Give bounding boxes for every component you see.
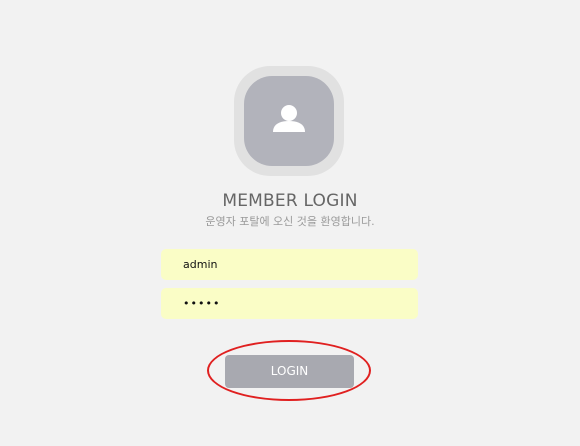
avatar-badge xyxy=(244,76,334,166)
page-title: MEMBER LOGIN xyxy=(222,191,358,211)
page-subtitle: 운영자 포탈에 오신 것을 환영합니다. xyxy=(205,215,375,228)
password-input[interactable] xyxy=(161,288,418,319)
user-icon xyxy=(273,105,305,132)
avatar xyxy=(234,66,344,176)
username-input[interactable] xyxy=(161,249,418,280)
login-button[interactable]: LOGIN xyxy=(225,355,354,388)
